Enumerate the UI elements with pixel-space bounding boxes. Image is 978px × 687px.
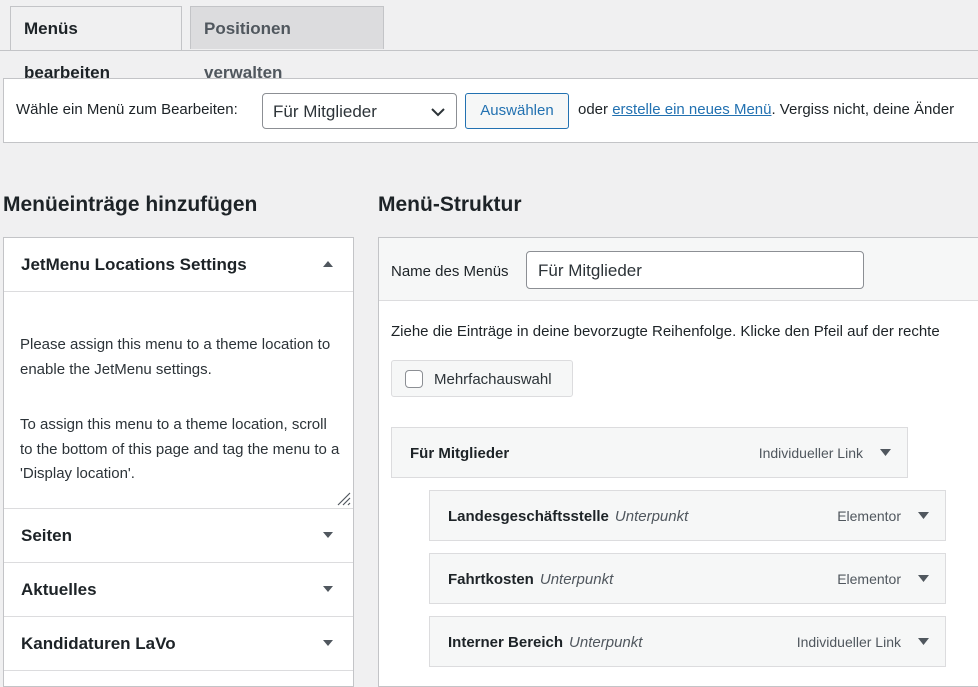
bulk-select-checkbox[interactable] xyxy=(405,370,423,388)
bulk-select-label: Mehrfachauswahl xyxy=(434,371,552,388)
section-news[interactable]: Aktuelles xyxy=(4,563,353,617)
menu-item-title: Interner Bereich Unterpunkt xyxy=(448,634,643,651)
bulk-select-toggle[interactable]: Mehrfachauswahl xyxy=(391,360,573,397)
menu-item-subtitle: Unterpunkt xyxy=(614,508,689,525)
menu-structure-panel: Name des Menüs Für Mitglieder Ziehe die … xyxy=(378,237,978,687)
item-toggle-arrow-icon[interactable] xyxy=(918,637,929,646)
resize-grip-icon[interactable] xyxy=(335,490,351,506)
menu-item-type: Individueller Link xyxy=(796,634,901,650)
arrow-down-icon xyxy=(323,532,333,538)
section-candidacies-title: Kandidaturen LaVo xyxy=(21,634,176,653)
section-news-title: Aktuelles xyxy=(21,580,97,599)
jetmenu-info-text-2: To assign this menu to a theme location,… xyxy=(20,416,340,482)
menu-name-value: Für Mitglieder xyxy=(538,261,642,280)
menu-item-subtitle: Unterpunkt xyxy=(569,634,643,651)
section-pages[interactable]: Seiten xyxy=(4,509,353,563)
select-menu-label: Wähle ein Menü zum Bearbeiten: xyxy=(16,101,238,118)
jetmenu-section-body: Please assign this menu to a theme locat… xyxy=(4,292,353,509)
arrow-down-icon xyxy=(323,640,333,646)
menu-item-subtitle: Unterpunkt xyxy=(539,571,614,588)
tab-manage-locations[interactable]: Positionen verwalten xyxy=(190,6,384,82)
jetmenu-section-header[interactable]: JetMenu Locations Settings xyxy=(4,238,353,292)
menu-select-bar: Wähle ein Menü zum Bearbeiten: Für Mitgl… xyxy=(3,78,978,143)
menu-item-title: Für Mitglieder xyxy=(410,445,510,462)
menu-name-input[interactable]: Für Mitglieder xyxy=(526,251,864,289)
section-pages-title: Seiten xyxy=(21,526,73,545)
menu-structure-heading: Menü-Struktur xyxy=(378,193,522,216)
create-new-menu-link[interactable]: erstelle ein neues Menü xyxy=(612,101,771,118)
menu-name-bar: Name des Menüs Für Mitglieder xyxy=(379,238,978,301)
menu-items-accordion: JetMenu Locations Settings Please assign… xyxy=(3,237,354,687)
arrow-up-icon xyxy=(323,261,333,267)
menu-name-label: Name des Menüs xyxy=(391,263,509,280)
jetmenu-info-text-1: Please assign this menu to a theme locat… xyxy=(20,336,331,378)
nav-tab-wrapper: Menüs bearbeiten Positionen verwalten xyxy=(0,0,978,82)
item-toggle-arrow-icon[interactable] xyxy=(880,448,891,457)
tab-edit-menus[interactable]: Menüs bearbeiten xyxy=(10,6,182,82)
menu-item-title: Fahrtkosten Unterpunkt xyxy=(448,571,614,588)
menu-item[interactable]: Landesgeschäftsstelle Unterpunkt Elemento… xyxy=(429,490,946,541)
menu-select[interactable]: Für Mitglieder xyxy=(262,93,457,129)
section-candidacies[interactable]: Kandidaturen LaVo xyxy=(4,617,353,671)
menu-item[interactable]: Für Mitglieder Individueller Link xyxy=(391,427,908,478)
menu-item[interactable]: Fahrtkosten Unterpunkt Elementor xyxy=(429,553,946,604)
chevron-down-icon xyxy=(431,108,445,117)
menu-item[interactable]: Interner Bereich Unterpunkt Individueller… xyxy=(429,616,946,667)
select-menu-button[interactable]: Auswählen xyxy=(465,93,569,129)
create-menu-text: oder erstelle ein neues Menü. Vergiss ni… xyxy=(578,101,955,118)
menu-item-type: Individueller Link xyxy=(758,445,863,461)
add-menu-items-heading: Menüeinträge hinzufügen xyxy=(3,193,258,216)
menu-item-type: Elementor xyxy=(837,571,901,587)
jetmenu-section-title: JetMenu Locations Settings xyxy=(21,255,247,274)
menu-item-title: Landesgeschäftsstelle Unterpunkt xyxy=(448,508,689,525)
menu-item-type: Elementor xyxy=(837,508,901,524)
item-toggle-arrow-icon[interactable] xyxy=(918,574,929,583)
arrow-down-icon xyxy=(323,586,333,592)
drag-instructions: Ziehe die Einträge in deine bevorzugte R… xyxy=(391,323,940,340)
menu-select-value: Für Mitglieder xyxy=(273,102,377,121)
item-toggle-arrow-icon[interactable] xyxy=(918,511,929,520)
